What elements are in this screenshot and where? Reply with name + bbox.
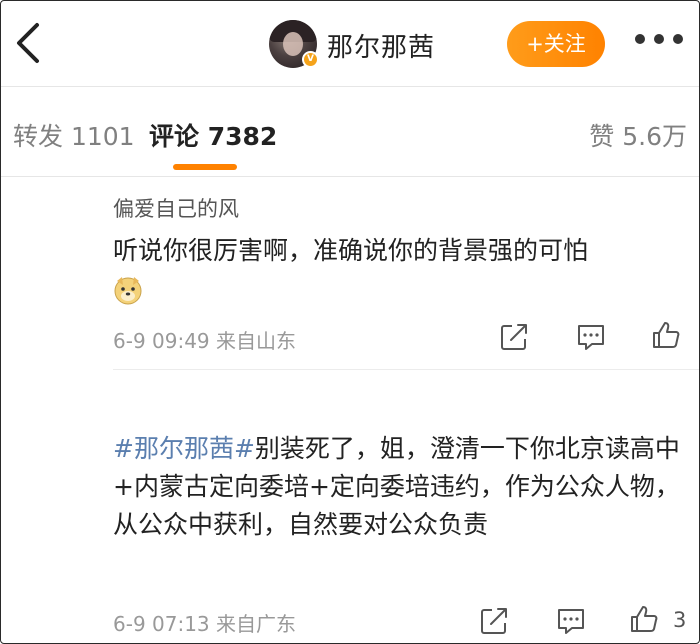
hashtag-link[interactable]: #那尔那茜# bbox=[113, 434, 255, 463]
username[interactable]: 那尔那茜 bbox=[327, 27, 435, 64]
comment-text: 听说你很厉害啊，准确说你的背景强的可怕 bbox=[113, 236, 589, 265]
comment-meta: 6-9 07:13 来自广东 bbox=[113, 608, 296, 637]
verified-badge: V bbox=[302, 51, 319, 68]
like-count: 3 bbox=[673, 608, 687, 632]
active-tab-indicator bbox=[173, 164, 237, 170]
chevron-left-icon[interactable] bbox=[9, 21, 49, 65]
comment-text: #那尔那茜#别装死了，姐，澄清一下你北京读高中+内蒙古定向委培+定向委培违约，作… bbox=[113, 430, 693, 544]
screen-frame: V 那尔那茜 +关注 转发 1101 评论 7382 赞 5.6万 偏爱自己的风… bbox=[0, 0, 700, 644]
tab-repost[interactable]: 转发 1101 bbox=[13, 117, 135, 153]
comment-location: 来自广东 bbox=[216, 612, 297, 636]
tab-like[interactable]: 赞 5.6万 bbox=[589, 117, 687, 153]
reply-icon[interactable] bbox=[556, 606, 586, 636]
comment-location: 来自山东 bbox=[216, 329, 297, 353]
share-icon[interactable] bbox=[479, 606, 509, 636]
comment-author[interactable]: 偏爱自己的风 bbox=[113, 193, 239, 223]
like-icon[interactable] bbox=[651, 320, 681, 350]
top-bar: V 那尔那茜 +关注 bbox=[1, 1, 699, 87]
tab-bar: 转发 1101 评论 7382 赞 5.6万 bbox=[1, 87, 699, 177]
more-icon[interactable] bbox=[635, 34, 683, 46]
doge-emoji-icon bbox=[114, 277, 142, 305]
comment-item: #那尔那茜#别装死了，姐，澄清一下你北京读高中+内蒙古定向委培+定向委培违约，作… bbox=[113, 369, 699, 643]
comment-time: 6-9 07:13 bbox=[113, 612, 210, 636]
like-icon[interactable] bbox=[629, 604, 659, 634]
share-icon[interactable] bbox=[499, 322, 529, 352]
comment-time: 6-9 09:49 bbox=[113, 329, 210, 353]
comment-meta: 6-9 09:49 来自山东 bbox=[113, 325, 296, 354]
follow-button[interactable]: +关注 bbox=[507, 21, 605, 67]
comment-item: 偏爱自己的风 听说你很厉害啊，准确说你的背景强的可怕 6-9 09:49 来自山… bbox=[1, 177, 699, 369]
reply-icon[interactable] bbox=[576, 322, 606, 352]
tab-comment[interactable]: 评论 7382 bbox=[149, 117, 277, 153]
